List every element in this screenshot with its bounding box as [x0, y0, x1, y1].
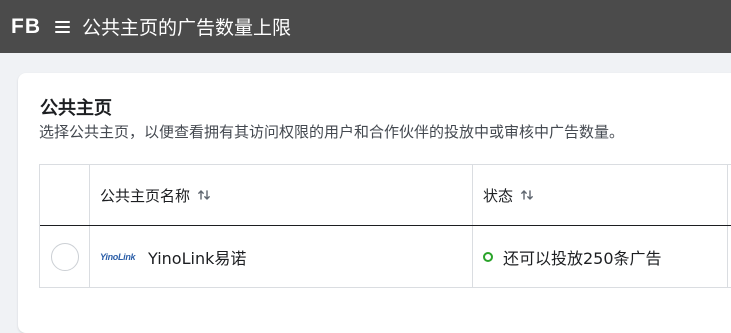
column-header-label: 公共主页名称 — [100, 186, 191, 205]
page-name-cell: YinoLink YinoLink易诺 — [90, 226, 473, 287]
card-description: 选择公共主页，以便查看拥有其访问权限的用户和合作伙伴的投放中或审核中广告数量。 — [39, 123, 625, 141]
sort-arrows-icon[interactable] — [197, 188, 211, 202]
sort-arrows-icon[interactable] — [520, 188, 534, 202]
page-selection-card: 公共主页 选择公共主页，以便查看拥有其访问权限的用户和合作伙伴的投放中或审核中广… — [18, 73, 731, 333]
yinolink-logo: YinoLink — [100, 251, 136, 262]
card-heading: 公共主页 — [40, 98, 112, 119]
hamburger-menu-icon[interactable] — [55, 20, 70, 33]
column-header-status[interactable]: 状态 — [473, 165, 728, 225]
row-radio-button[interactable] — [50, 242, 79, 271]
row-select-cell — [40, 226, 90, 287]
table-row[interactable]: YinoLink YinoLink易诺 还可以投放250条广告 — [40, 226, 731, 287]
status-text: 还可以投放250条广告 — [503, 248, 662, 268]
page-name: YinoLink易诺 — [148, 248, 247, 268]
fb-logo[interactable]: FB — [11, 15, 41, 39]
pages-table: 公共主页名称 状态 YinoLink YinoLink易诺 还可以投放250条广… — [39, 164, 731, 288]
page-title: 公共主页的广告数量上限 — [82, 17, 292, 39]
status-cell: 还可以投放250条广告 — [473, 226, 728, 287]
column-header-label: 状态 — [483, 186, 514, 205]
table-header-row: 公共主页名称 状态 — [40, 165, 731, 226]
top-bar: FB 公共主页的广告数量上限 — [0, 0, 731, 53]
column-header-page-name[interactable]: 公共主页名称 — [90, 165, 473, 225]
status-ok-icon — [483, 251, 493, 262]
select-column-header — [40, 165, 90, 225]
